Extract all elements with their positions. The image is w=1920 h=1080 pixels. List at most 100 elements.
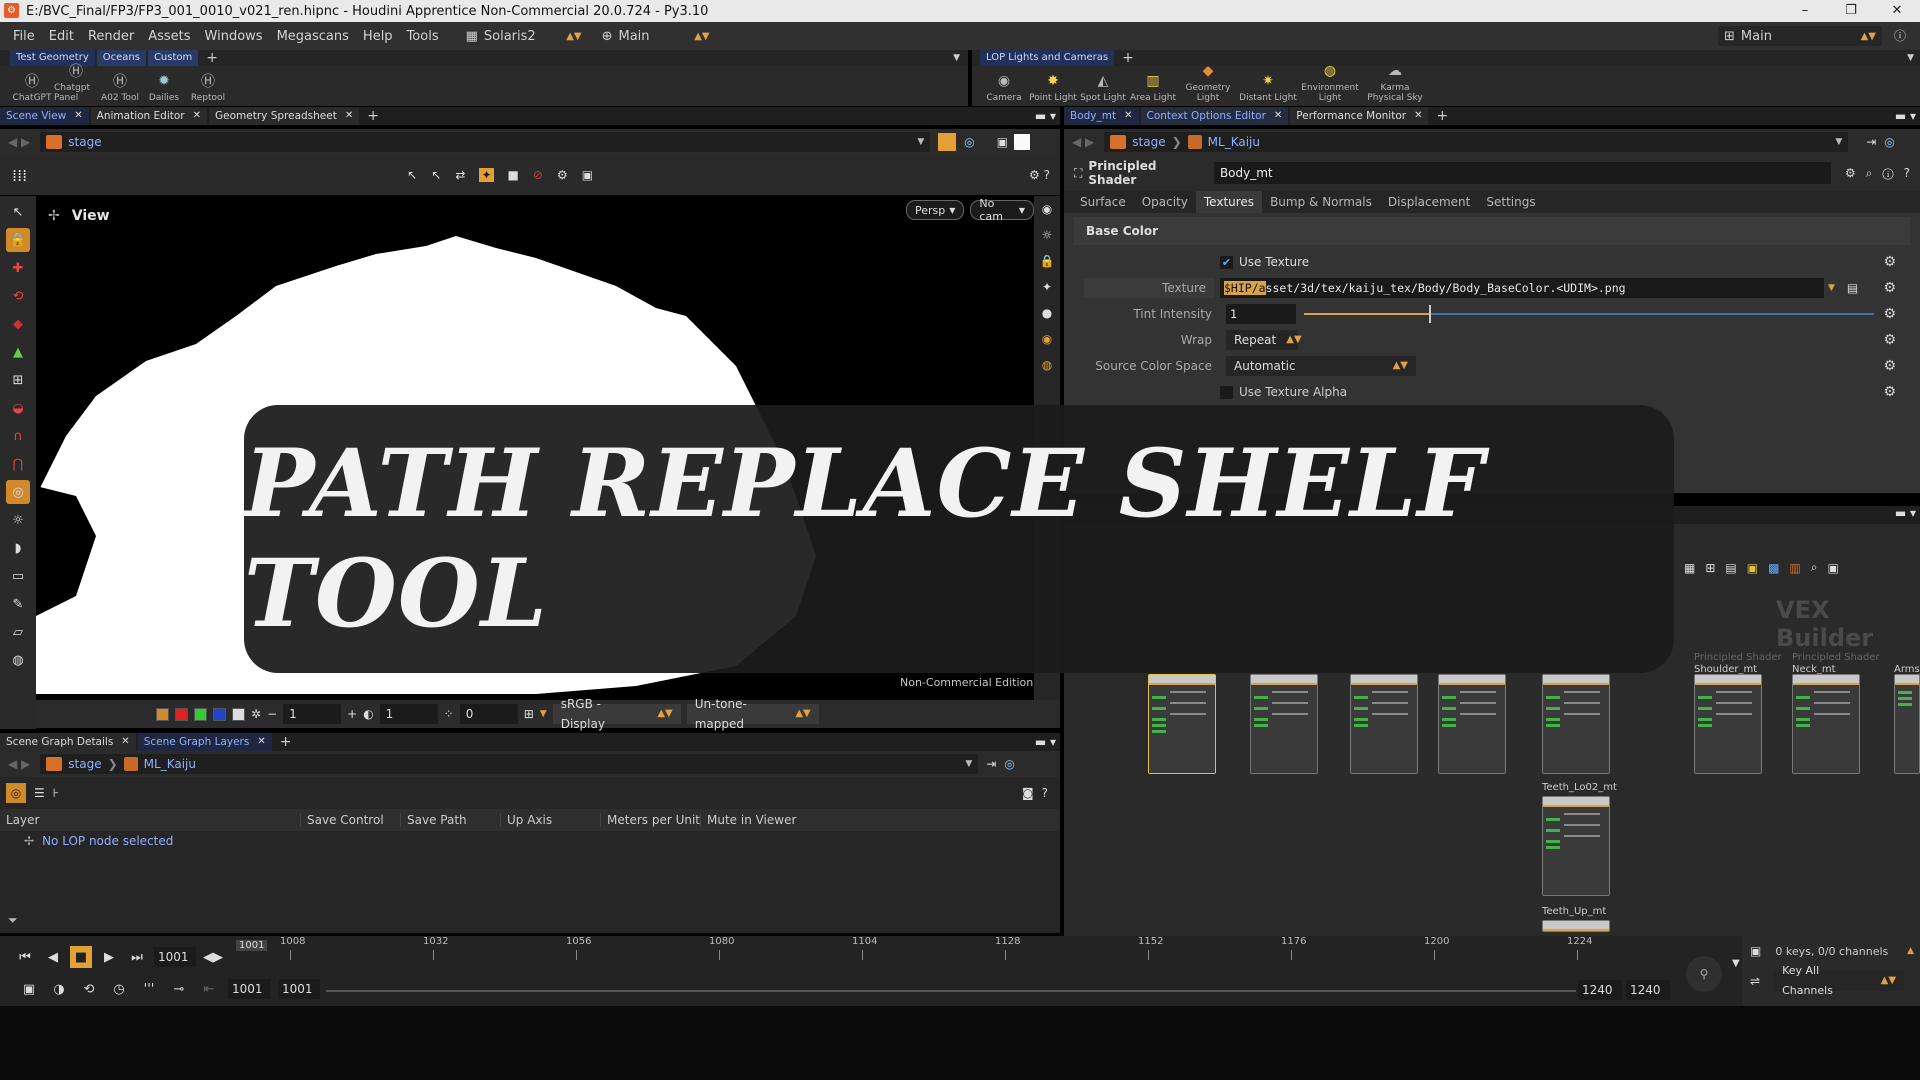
plus-icon[interactable]: + — [347, 707, 357, 721]
light-link-icon[interactable]: ✦ — [479, 168, 494, 182]
maximize-button[interactable]: ❐ — [1828, 0, 1874, 22]
key-all-channels-select[interactable]: Key All Channels ▲▼ — [1774, 964, 1905, 997]
menu-help[interactable]: Help — [356, 29, 400, 44]
select-mode-icon[interactable]: ↖ — [407, 168, 417, 182]
filter-icon[interactable]: ⏷ — [8, 913, 18, 928]
gear-icon[interactable]: ⚙ — [1883, 384, 1896, 400]
lock-tool-icon[interactable]: 🔒 — [6, 228, 30, 252]
image-icon[interactable]: ▩ — [1768, 561, 1779, 575]
shader-node[interactable] — [1894, 674, 1920, 774]
transform-tool-icon[interactable]: ✚ — [6, 256, 30, 280]
bundle-icon[interactable]: ▥ — [1789, 561, 1800, 575]
node-actions-icons[interactable]: ⚙⌕ⓘ? — [1845, 166, 1920, 181]
tool-dailies[interactable]: ✹ Dailies — [142, 72, 186, 103]
tool-reptool[interactable]: Ⓗ Reptool — [186, 72, 230, 103]
add-tab-icon[interactable]: + — [1430, 108, 1454, 124]
key-icon[interactable]: ⚲ — [1686, 956, 1722, 992]
breadcrumb-stage[interactable]: stage — [1110, 135, 1166, 149]
tool-distant-light[interactable]: ✷ Distant Light — [1238, 72, 1298, 103]
display-options-icon[interactable]: ▣ — [997, 135, 1008, 149]
col-save-control[interactable]: Save Control — [300, 813, 400, 827]
persp-button[interactable]: Persp ▼ — [906, 200, 965, 220]
tab-geometry-spreadsheet[interactable]: Geometry Spreadsheet ✕ — [209, 107, 360, 125]
measure-tool-icon[interactable]: ▭ — [6, 564, 30, 588]
tool-chatgpt-panel[interactable]: Ⓗ Chatgpt Panel — [54, 62, 98, 103]
tab-scene-view[interactable]: Scene View ✕ — [0, 107, 89, 125]
tool-point-light[interactable]: ✸ Point Light — [1028, 72, 1078, 103]
timeline-ruler[interactable]: 1001 1008 1032 1056 1080 1104 1128 1152 1176 120… — [232, 936, 1672, 966]
shader-node[interactable] — [1542, 920, 1610, 932]
dither-field[interactable]: 0 — [459, 704, 518, 724]
render-settings-icon[interactable]: ⚙ — [557, 168, 568, 182]
key-mode-icon[interactable]: ⇌ — [1750, 974, 1760, 988]
menu-edit[interactable]: Edit — [42, 29, 81, 44]
add-tab-icon[interactable]: + — [361, 108, 385, 124]
channel-list-icon[interactable]: ▣ — [1750, 944, 1761, 958]
help-icon[interactable]: ⓘ — [1894, 27, 1906, 44]
workspace-select[interactable]: ⊕ Main ▲▼ — [595, 26, 716, 46]
pin-icon[interactable] — [938, 133, 957, 151]
rotate-tool-icon[interactable]: ⟲ — [6, 284, 30, 308]
tonemap-select[interactable]: Un-tone-mapped ▲▼ — [686, 697, 819, 731]
shader-node[interactable] — [1148, 674, 1216, 774]
shelf-menu-icon[interactable]: ▼ — [1907, 53, 1914, 63]
start-frame-field-2[interactable]: 1001 — [278, 979, 320, 999]
magnet-tool-icon[interactable]: ⋂ — [6, 452, 30, 476]
color-swatch-red[interactable] — [175, 707, 188, 721]
tab-settings[interactable]: Settings — [1478, 191, 1543, 213]
viewport-gear-icon[interactable]: ⚙ ? — [1029, 168, 1050, 182]
tab-scene-graph-details[interactable]: Scene Graph Details ✕ — [0, 733, 136, 751]
tab-surface[interactable]: Surface — [1072, 191, 1134, 213]
color-swatch-alpha[interactable] — [232, 707, 245, 721]
realtime-icon[interactable]: ▣ — [18, 978, 40, 1000]
desktop-select[interactable]: ▦ Solaris2 ▲▼ — [459, 26, 588, 46]
spray-tool-icon[interactable]: ◍ — [6, 648, 30, 672]
keys-icon[interactable]: ''' — [138, 978, 160, 1000]
headlight-icon[interactable]: ◍ — [1034, 352, 1060, 378]
shelf-tab-lop-lights[interactable]: LOP Lights and Cameras — [980, 50, 1115, 66]
shader-node[interactable] — [1250, 674, 1318, 774]
colorspace-select[interactable]: sRGB - Display ▲▼ — [552, 697, 681, 731]
step-icon[interactable]: ◀▶ — [202, 946, 224, 968]
camera-button[interactable]: No cam ▼ — [970, 197, 1034, 223]
snapshot-icon[interactable]: ▣ — [582, 168, 593, 182]
grid-icon[interactable]: ⁞⁞⁞ — [12, 166, 27, 185]
camera-tool-icon[interactable]: ◎ — [6, 480, 30, 504]
add-shelf-tab-icon[interactable]: + — [200, 50, 224, 66]
link-icon[interactable]: ◎ — [1884, 135, 1894, 149]
back-forward-icon[interactable]: ◀ ▶ — [8, 135, 30, 149]
col-up-axis[interactable]: Up Axis — [500, 813, 600, 827]
menu-render[interactable]: Render — [81, 29, 141, 44]
visibility-icon[interactable]: ◉ — [1034, 196, 1060, 222]
tint-slider[interactable] — [1304, 305, 1874, 323]
play-reverse-icon[interactable]: ◀ — [42, 946, 64, 968]
shader-node[interactable] — [1438, 674, 1506, 774]
paint-tool-icon[interactable]: ◗ — [6, 536, 30, 560]
right-workspace-select[interactable]: ⊞ Main ▲▼ — [1718, 26, 1882, 46]
tab-context-options-editor[interactable]: Context Options Editor ✕ — [1140, 107, 1289, 125]
pane-maximize-icon[interactable]: ▬ ▾ — [1035, 109, 1056, 123]
tool-chatgpt[interactable]: Ⓗ ChatGPT — [10, 72, 54, 103]
pane-maximize-icon[interactable]: ▬ ▾ — [1895, 109, 1916, 123]
chevron-down-icon[interactable]: ▼ — [540, 709, 547, 719]
tint-slider-handle[interactable] — [1429, 305, 1432, 323]
tab-textures[interactable]: Textures — [1195, 191, 1263, 213]
shader-node[interactable] — [1542, 674, 1610, 774]
gamma-icon[interactable]: ◐ — [363, 707, 373, 721]
params-path-field[interactable]: stage ❯ ML_Kaiju ▼ — [1104, 132, 1849, 152]
tab-performance-monitor[interactable]: Performance Monitor ✕ — [1290, 107, 1429, 125]
close-button[interactable]: ✕ — [1874, 0, 1920, 22]
use-texture-checkbox[interactable]: ✔ — [1220, 255, 1233, 269]
clock-icon[interactable]: ◷ — [108, 978, 130, 1000]
color-swatch-green[interactable] — [194, 707, 207, 721]
range-start-icon[interactable]: ⇤ — [198, 978, 220, 1000]
breadcrumb-ml-kaiju[interactable]: ML_Kaiju — [123, 757, 196, 771]
use-texture-alpha-checkbox[interactable] — [1220, 385, 1233, 399]
select-tool-icon[interactable]: ↖ — [6, 200, 30, 224]
gear-icon[interactable]: ⚙ — [1883, 332, 1896, 348]
end-frame-field-2[interactable]: 1240 — [1626, 980, 1670, 1000]
shelf-menu-icon[interactable]: ▼ — [953, 53, 960, 63]
display-icon[interactable]: ▣ — [1828, 561, 1839, 575]
pin-icon[interactable]: ⇥ — [1866, 135, 1876, 149]
tab-displacement[interactable]: Displacement — [1380, 191, 1479, 213]
